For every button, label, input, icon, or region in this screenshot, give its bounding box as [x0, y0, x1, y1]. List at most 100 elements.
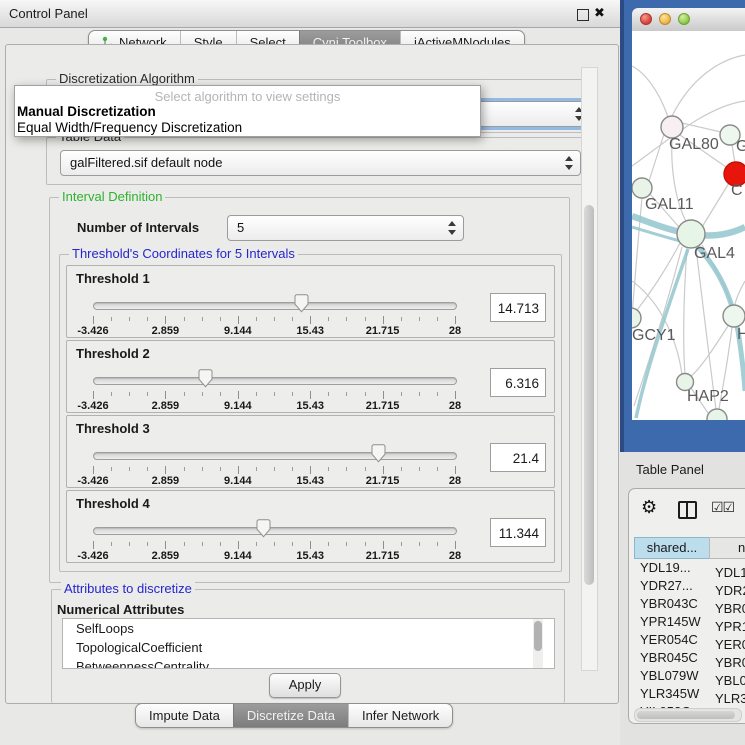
- minimize-traffic-light-icon[interactable]: [659, 13, 671, 25]
- combo-stepper-icon: [448, 220, 457, 236]
- svg-text:H: H: [737, 326, 745, 343]
- tab-discretize-data[interactable]: Discretize Data: [233, 704, 348, 727]
- table-horizontal-scrollbar[interactable]: [634, 708, 742, 722]
- svg-text:GAL80: GAL80: [669, 136, 719, 153]
- table-row[interactable]: YPR145WYPR1: [634, 613, 745, 631]
- threshold-label: Threshold 4: [76, 496, 150, 511]
- slider-tick-labels: -3.4262.8599.14415.4321.71528: [93, 400, 455, 412]
- attribute-item[interactable]: SelfLoops: [63, 619, 554, 638]
- threshold-label: Threshold 3: [76, 421, 150, 436]
- scrollbar-thumb[interactable]: [637, 711, 735, 719]
- control-panel-titlebar: Control Panel ✖: [0, 0, 620, 28]
- attribute-item[interactable]: TopologicalCoefficient: [63, 638, 554, 657]
- column-header-shared[interactable]: shared...: [634, 537, 710, 559]
- interval-group-title: Interval Definition: [59, 190, 165, 204]
- num-intervals-combobox[interactable]: 5: [227, 215, 464, 241]
- table-row[interactable]: YBR045CYBR0: [634, 649, 745, 667]
- node-gal4[interactable]: [677, 220, 705, 248]
- close-icon[interactable]: ✖: [594, 5, 605, 21]
- scrollbar-thumb[interactable]: [584, 205, 594, 585]
- slider-track[interactable]: [93, 452, 457, 460]
- slider-thumb[interactable]: [371, 444, 386, 463]
- numerical-attributes-label: Numerical Attributes: [57, 602, 184, 617]
- threshold-value-field[interactable]: 14.713: [490, 293, 546, 322]
- combo-stepper-icon: [565, 155, 574, 171]
- table-rows: YDL19...YDL1YDR27...YDR2YBR043CYBR0YPR14…: [634, 559, 745, 721]
- threshold-panel-3: Threshold 3 -3.4262.8599.14415.4321.7152…: [66, 415, 555, 488]
- table-data-group: Table Data galFiltered.sif default node: [46, 137, 595, 185]
- table-row[interactable]: YDR27...YDR2: [634, 577, 745, 595]
- thresholds-group-title: Threshold's Coordinates for 5 Intervals: [69, 247, 298, 261]
- slider-thumb[interactable]: [256, 519, 271, 538]
- algorithm-group-title: Discretization Algorithm: [56, 72, 198, 86]
- node-gcy1[interactable]: [632, 308, 641, 328]
- thresholds-group: Threshold's Coordinates for 5 Intervals …: [59, 254, 562, 572]
- tab-impute-data[interactable]: Impute Data: [136, 704, 233, 727]
- threshold-slider[interactable]: -3.4262.8599.14415.4321.71528: [93, 292, 455, 336]
- table-row[interactable]: YBR043CYBR0: [634, 595, 745, 613]
- node-gal11[interactable]: [632, 178, 652, 198]
- node-gal80[interactable]: [661, 116, 683, 138]
- slider-tick-labels: -3.4262.8599.14415.4321.71528: [93, 325, 455, 337]
- node-bottom[interactable]: [707, 409, 727, 420]
- threshold-slider[interactable]: -3.4262.8599.14415.4321.71528: [93, 367, 455, 411]
- column-layout-icon[interactable]: [678, 501, 697, 519]
- svg-text:GAL4: GAL4: [694, 245, 735, 262]
- threshold-slider[interactable]: -3.4262.8599.14415.4321.71528: [93, 517, 455, 561]
- node-h[interactable]: [723, 305, 745, 327]
- dropdown-option-equal-width[interactable]: Equal Width/Frequency Discretization: [15, 120, 480, 136]
- network-view[interactable]: GAL80 GA C GAL11 GAL4 GCY1 H HAP2: [632, 31, 745, 420]
- slider-thumb[interactable]: [294, 294, 309, 313]
- threshold-panels: Threshold 1 -3.4262.8599.14415.4321.7152…: [66, 265, 555, 565]
- interval-definition-group: Interval Definition Number of Intervals …: [49, 197, 570, 583]
- close-traffic-light-icon[interactable]: [640, 13, 652, 25]
- attribute-item[interactable]: BetweennessCentrality: [63, 657, 554, 669]
- slider-tick-labels: -3.4262.8599.14415.4321.71528: [93, 550, 455, 562]
- dropdown-option-manual[interactable]: Manual Discretization: [15, 104, 480, 120]
- bottom-tab-bar: Impute Data Discretize Data Infer Networ…: [135, 703, 453, 728]
- num-intervals-label: Number of Intervals: [77, 220, 199, 235]
- svg-text:GAL11: GAL11: [645, 196, 694, 213]
- attributes-list[interactable]: SelfLoopsTopologicalCoefficientBetweenne…: [62, 618, 555, 669]
- attributes-list-scrollbar[interactable]: [533, 619, 543, 668]
- gear-icon[interactable]: ⚙: [641, 497, 657, 518]
- algorithm-dropdown-popup: Select algorithm to view settings Manual…: [14, 85, 481, 137]
- panel-vertical-scrollbar[interactable]: [581, 67, 598, 671]
- slider-tick-labels: -3.4262.8599.14415.4321.71528: [93, 475, 455, 487]
- table-panel-card: ⚙ ☑☑ shared... n YDL19...YDL1YDR27...YDR…: [628, 488, 745, 724]
- threshold-value-field[interactable]: 11.344: [490, 518, 546, 547]
- network-window-titlebar: [632, 8, 745, 32]
- tab-infer-network[interactable]: Infer Network: [348, 704, 452, 727]
- select-columns-icon[interactable]: ☑☑: [711, 499, 734, 516]
- network-window-frame: GAL80 GA C GAL11 GAL4 GCY1 H HAP2: [620, 0, 745, 452]
- svg-text:GA: GA: [736, 138, 745, 155]
- svg-text:C: C: [731, 182, 743, 199]
- network-nodes[interactable]: [632, 116, 745, 420]
- slider-track[interactable]: [93, 527, 457, 535]
- table-row[interactable]: YER054CYER0: [634, 631, 745, 649]
- threshold-label: Threshold 2: [76, 346, 150, 361]
- slider-track[interactable]: [93, 377, 457, 385]
- dropdown-prompt: Select algorithm to view settings: [15, 86, 480, 104]
- threshold-value-field[interactable]: 21.4: [490, 443, 546, 472]
- float-window-icon[interactable]: [577, 9, 589, 21]
- threshold-value-field[interactable]: 6.316: [490, 368, 546, 397]
- slider-thumb[interactable]: [198, 369, 213, 388]
- table-row[interactable]: YDL19...YDL1: [634, 559, 745, 577]
- svg-text:GCY1: GCY1: [632, 327, 676, 344]
- table-data-combobox[interactable]: galFiltered.sif default node: [60, 150, 581, 176]
- table-row[interactable]: YLR345WYLR3: [634, 685, 745, 703]
- attributes-group-title: Attributes to discretize: [61, 582, 195, 596]
- threshold-slider[interactable]: -3.4262.8599.14415.4321.71528: [93, 442, 455, 486]
- threshold-panel-4: Threshold 4 -3.4262.8599.14415.4321.7152…: [66, 490, 555, 563]
- column-header-name[interactable]: n: [709, 537, 745, 559]
- slider-ticks: [93, 316, 455, 325]
- slider-track[interactable]: [93, 302, 457, 310]
- table-row[interactable]: YBL079WYBL0: [634, 667, 745, 685]
- zoom-traffic-light-icon[interactable]: [678, 13, 690, 25]
- threshold-panel-2: Threshold 2 -3.4262.8599.14415.4321.7152…: [66, 340, 555, 413]
- svg-text:HAP2: HAP2: [687, 388, 729, 405]
- cyni-toolbox-panel: Discretization Algorithm Select algorith…: [5, 44, 619, 704]
- panel-title: Control Panel: [9, 6, 88, 21]
- apply-button[interactable]: Apply: [269, 673, 341, 698]
